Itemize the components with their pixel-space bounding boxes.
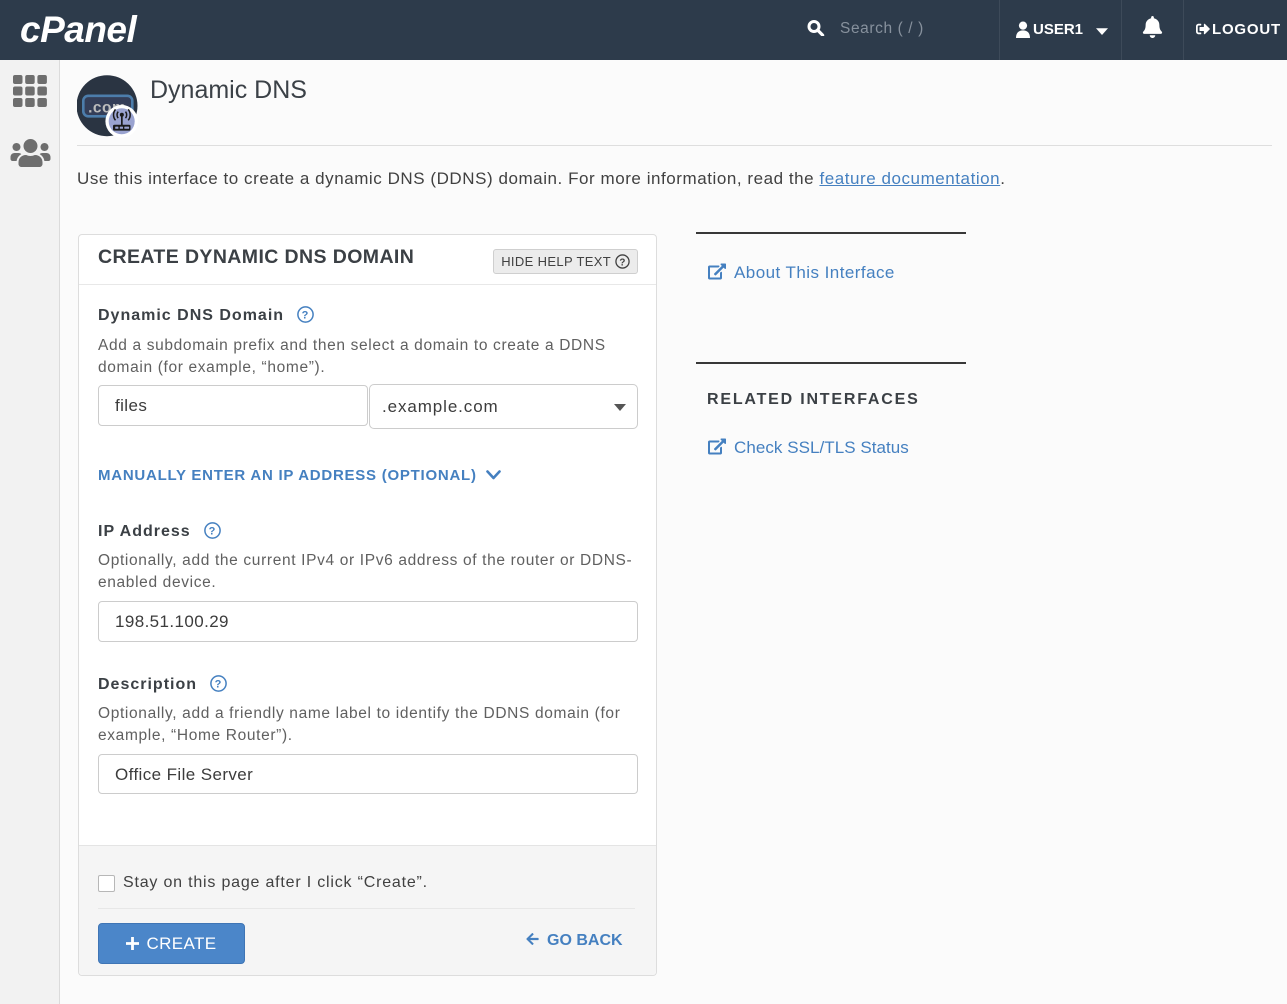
svg-text:?: ? [619, 257, 625, 268]
svg-text:?: ? [209, 526, 217, 538]
svg-text:?: ? [302, 310, 310, 322]
svg-text:?: ? [215, 679, 223, 691]
